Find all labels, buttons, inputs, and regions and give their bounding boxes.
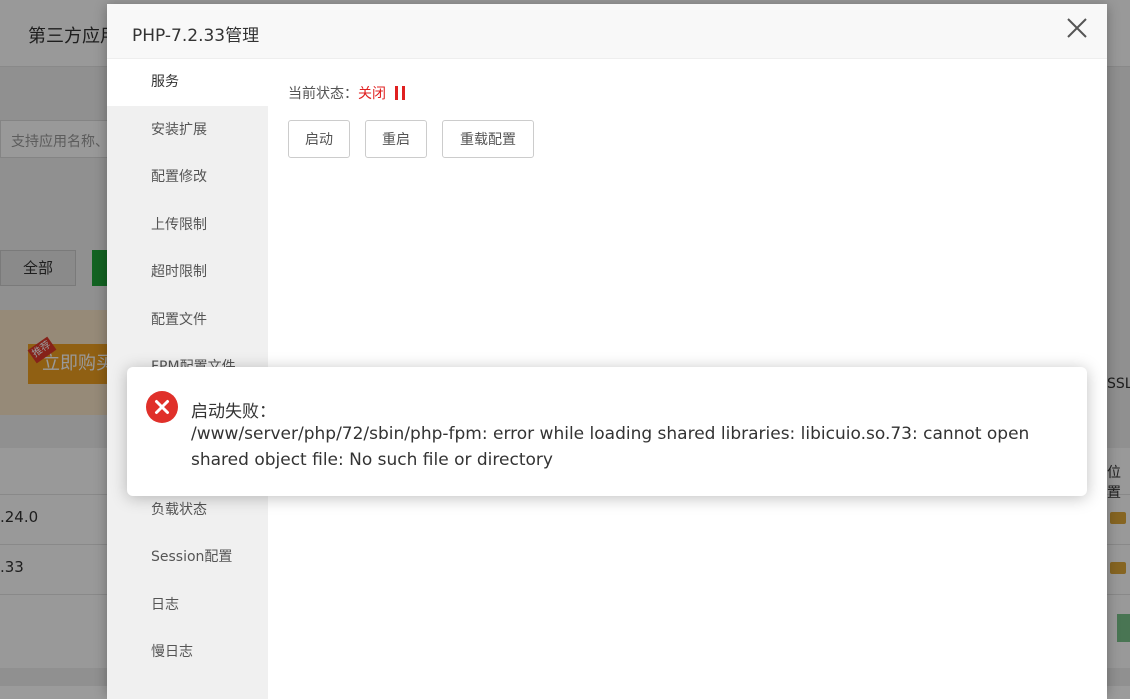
pause-icon <box>394 86 406 104</box>
php-manage-dialog: PHP-7.2.33管理 服务 安装扩展 配置修改 上传限制 超时限制 配置文件… <box>107 4 1107 699</box>
sidebar-item-config-modify[interactable]: 配置修改 <box>107 154 268 201</box>
sidebar-item-session-config[interactable]: Session配置 <box>107 534 268 581</box>
status-label: 当前状态： <box>288 86 358 102</box>
sidebar-item-config-file[interactable]: 配置文件 <box>107 297 268 344</box>
restart-button[interactable]: 重启 <box>365 120 427 158</box>
toast-title: 启动失败： <box>191 402 276 422</box>
reload-config-button[interactable]: 重载配置 <box>442 120 534 158</box>
sidebar-item-timeout-limit[interactable]: 超时限制 <box>107 249 268 296</box>
start-button[interactable]: 启动 <box>288 120 350 158</box>
dialog-title: PHP-7.2.33管理 <box>132 26 260 46</box>
close-icon[interactable] <box>1065 16 1089 40</box>
sidebar-item-service[interactable]: 服务 <box>107 59 268 106</box>
error-icon <box>146 391 178 423</box>
sidebar-item-install-extensions[interactable]: 安装扩展 <box>107 107 268 154</box>
sidebar-item-log[interactable]: 日志 <box>107 582 268 629</box>
error-toast: 启动失败： /www/server/php/72/sbin/php-fpm: e… <box>127 367 1087 496</box>
sidebar-item-upload-limit[interactable]: 上传限制 <box>107 202 268 249</box>
service-status: 当前状态：关闭 <box>288 83 406 104</box>
dialog-header: PHP-7.2.33管理 <box>107 4 1107 59</box>
sidebar-item-slow-log[interactable]: 慢日志 <box>107 629 268 676</box>
toast-message: /www/server/php/72/sbin/php-fpm: error w… <box>191 424 1030 470</box>
status-value: 关闭 <box>358 86 386 102</box>
